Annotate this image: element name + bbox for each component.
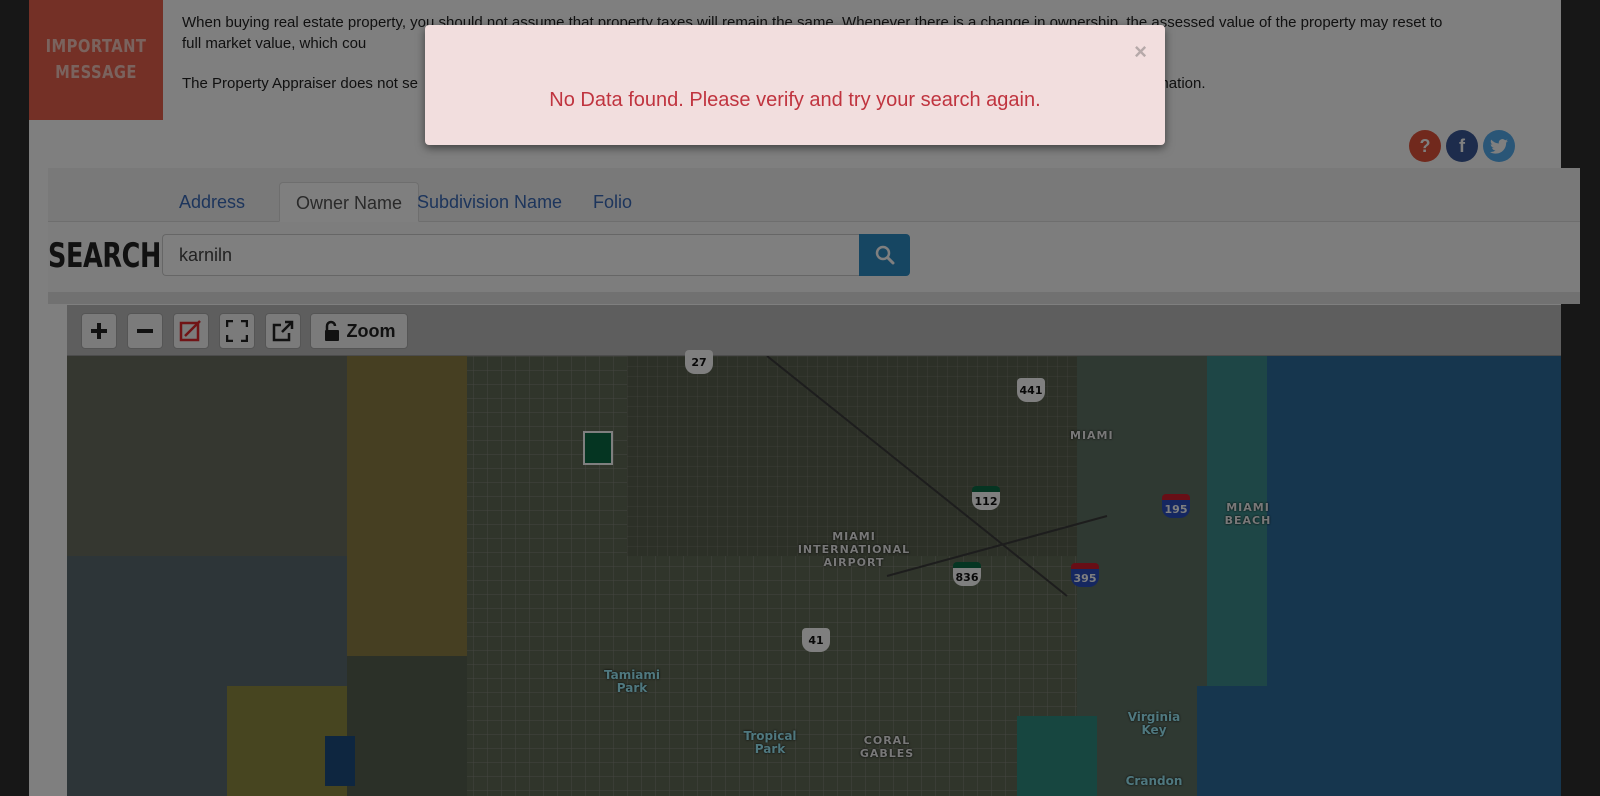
no-data-message: No Data found. Please verify and try you… bbox=[549, 89, 1041, 111]
close-icon[interactable]: × bbox=[1134, 41, 1147, 63]
alert-modal: × No Data found. Please verify and try y… bbox=[425, 25, 1165, 145]
